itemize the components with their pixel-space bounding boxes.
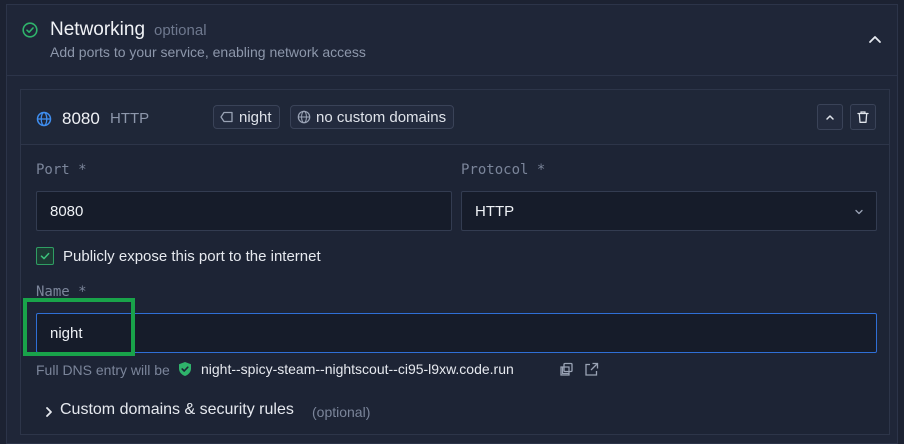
custom-domains-optional: (optional) — [312, 404, 371, 420]
port-number: 8080 — [62, 109, 100, 128]
domains-chip: no custom domains — [290, 105, 455, 129]
section-title: Networking — [50, 19, 146, 40]
port-card-header: 8080 HTTP night no custom domains — [21, 90, 889, 145]
section-subtitle: Add ports to your service, enabling netw… — [50, 44, 366, 60]
tag-icon — [220, 111, 233, 123]
port-protocol: HTTP — [110, 110, 150, 127]
globe-icon — [297, 110, 311, 124]
chip-label: night — [239, 108, 272, 126]
protocol-select-value: HTTP — [475, 202, 515, 220]
dns-prefix: Full DNS entry will be — [36, 362, 170, 378]
dns-host: night--spicy-steam--nightscout--ci95-l9x… — [201, 361, 514, 377]
port-input-value: 8080 — [50, 202, 84, 220]
delete-port-button[interactable] — [850, 104, 876, 130]
chevron-down-icon — [855, 209, 863, 215]
name-chip: night — [213, 105, 280, 129]
external-link-icon[interactable] — [584, 362, 599, 377]
shield-check-icon — [179, 362, 191, 376]
port-card: 8080 HTTP night no custom domains Port *… — [20, 89, 890, 435]
check-circle-icon — [22, 22, 38, 38]
globe-icon — [36, 111, 52, 127]
networking-panel: Networking optional Add ports to your se… — [6, 4, 898, 444]
port-label: Port * — [36, 162, 87, 178]
protocol-label: Protocol * — [461, 162, 546, 178]
collapse-port-button[interactable] — [817, 104, 843, 130]
chevron-up-icon[interactable] — [867, 31, 883, 47]
protocol-select[interactable]: HTTP — [461, 191, 877, 231]
chevron-up-icon — [826, 115, 834, 120]
chevron-right-icon[interactable] — [43, 406, 55, 418]
check-icon — [40, 252, 50, 260]
expose-port-label[interactable]: Publicly expose this port to the interne… — [63, 248, 321, 265]
name-label: Name * — [36, 284, 87, 300]
name-input-value: night — [50, 324, 83, 342]
port-input[interactable]: 8080 — [36, 191, 452, 231]
networking-header[interactable]: Networking optional Add ports to your se… — [7, 5, 897, 76]
trash-icon — [857, 111, 869, 123]
copy-icon[interactable] — [559, 362, 574, 377]
expose-port-checkbox[interactable] — [36, 247, 54, 265]
optional-label: optional — [154, 22, 207, 39]
chip-label: no custom domains — [316, 108, 447, 126]
name-input[interactable]: night — [36, 313, 877, 353]
custom-domains-toggle[interactable]: Custom domains & security rules — [60, 401, 294, 419]
